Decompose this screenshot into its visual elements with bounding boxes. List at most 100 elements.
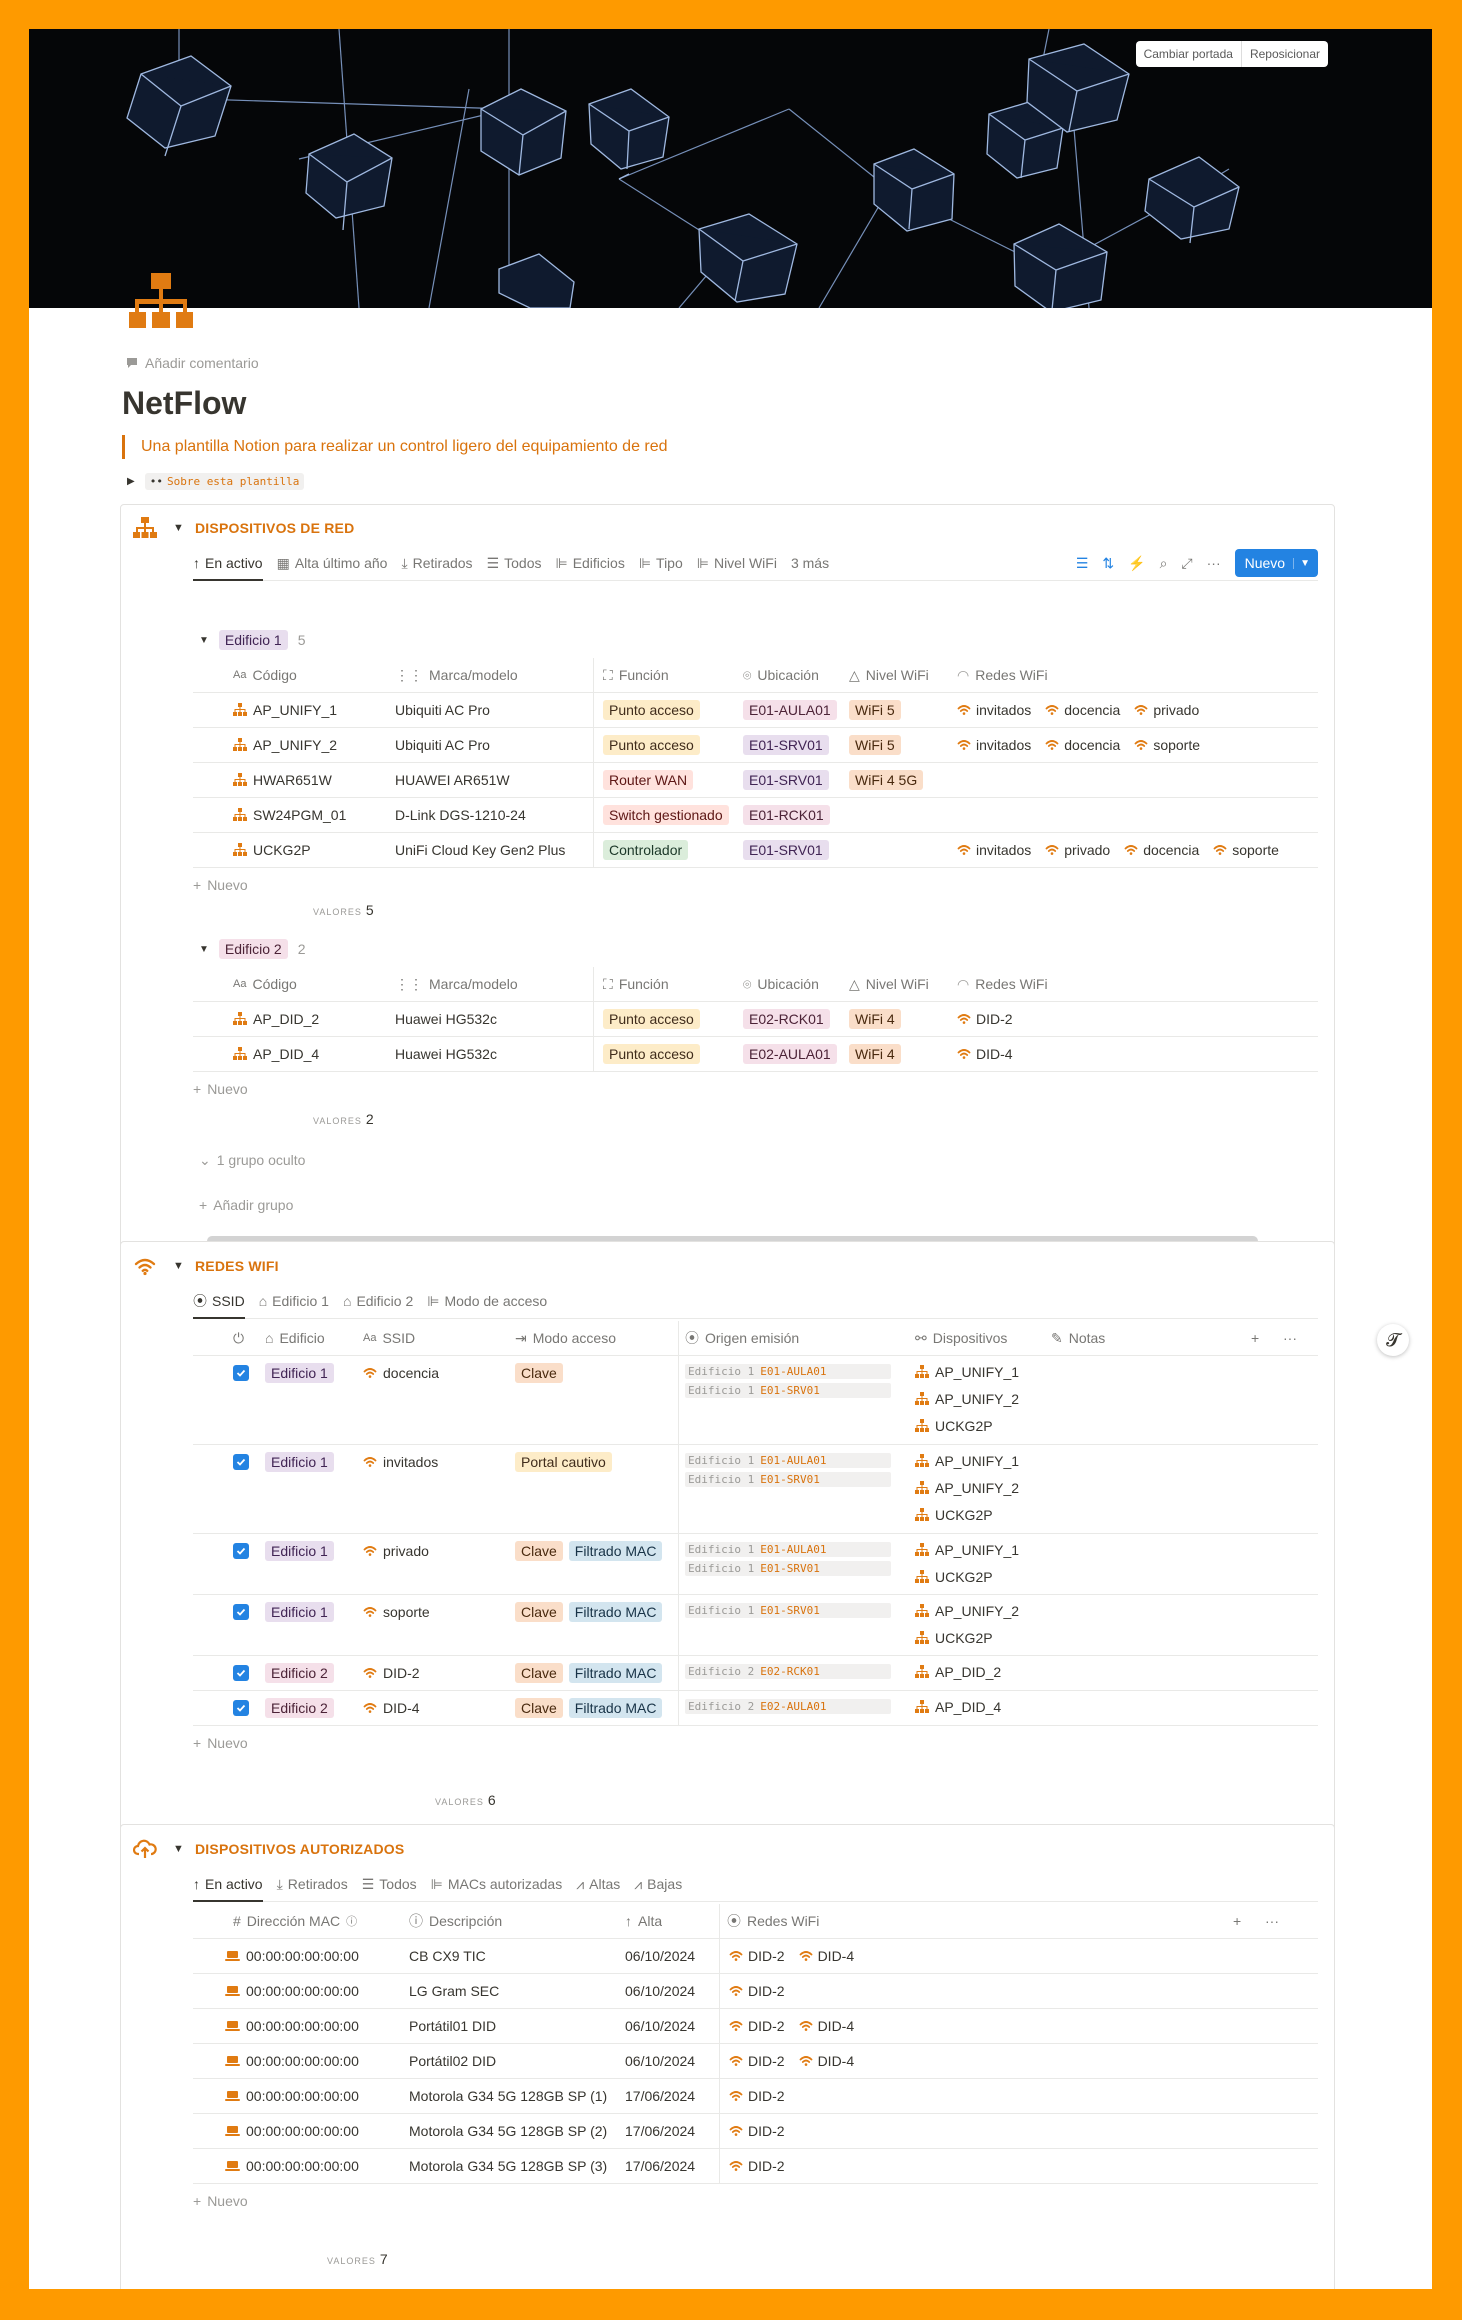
- collapse-caret-icon[interactable]: ▼: [199, 635, 209, 646]
- cell-marca-modelo[interactable]: Huawei HG532c: [395, 1037, 497, 1071]
- table-row[interactable]: Edificio 1 docencia Clave Edificio 1 E01-AUL…: [193, 1356, 1318, 1445]
- cell-descripcion[interactable]: Motorola G34 5G 128GB SP (1): [409, 2079, 607, 2113]
- add-group-button[interactable]: + Añadir grupo: [199, 1188, 293, 1222]
- cell-nivel-wifi[interactable]: WiFi 4: [849, 1037, 901, 1071]
- tab-nivel-wifi[interactable]: ⊫ Nivel WiFi: [697, 546, 777, 580]
- cell-codigo[interactable]: AP_UNIFY_2: [233, 728, 337, 762]
- cell-redes-wifi[interactable]: DID-2: [729, 2149, 793, 2183]
- cell-redes-wifi[interactable]: DID-2: [729, 2114, 793, 2148]
- table-row[interactable]: AP_DID_4 Huawei HG532c Punto acceso E02-AUL…: [193, 1037, 1318, 1072]
- col-alta[interactable]: ↑ Alta: [625, 1904, 662, 1938]
- col-marca-modelo[interactable]: ⋮⋮ Marca/modelo: [395, 967, 518, 1001]
- tab-en-activo[interactable]: ↑ En activo: [193, 547, 263, 581]
- tab-modo-de-acceso[interactable]: ⊫ Modo de acceso: [427, 1284, 547, 1318]
- wifi-network-link[interactable]: DID-2: [729, 2158, 785, 2174]
- cell-active[interactable]: [233, 1595, 249, 1629]
- cell-direccion-mac[interactable]: 00:00:00:00:00:00: [225, 1974, 359, 2008]
- col-edificio[interactable]: ⌂ Edificio: [265, 1321, 325, 1355]
- cover-image[interactable]: Cambiar portada Reposicionar: [29, 29, 1432, 308]
- cell-dispositivos[interactable]: AP_UNIFY_1 AP_UNIFY_2 UCKG2P: [915, 1362, 1019, 1436]
- tab-ssid[interactable]: ⦿ SSID: [193, 1285, 245, 1319]
- help-fab-button[interactable]: 𝓣: [1377, 1324, 1409, 1356]
- table-row[interactable]: Edificio 1 invitados Portal cautivo Edifici…: [193, 1445, 1318, 1534]
- cell-origen-emision[interactable]: Edificio 1 E01-AULA01 Edificio 1 E01-SRV01: [685, 1364, 891, 1398]
- cell-active[interactable]: [233, 1656, 249, 1690]
- cell-modo-acceso[interactable]: Portal cautivo: [515, 1445, 612, 1479]
- hidden-groups-toggle[interactable]: ⌄ 1 grupo oculto: [199, 1143, 305, 1177]
- col-nivel-wifi[interactable]: △ Nivel WiFi: [849, 967, 929, 1001]
- tab-edificios[interactable]: ⊫ Edificios: [555, 546, 624, 580]
- filter-icon[interactable]: ☰: [1076, 555, 1089, 572]
- more-icon[interactable]: ···: [1283, 1321, 1297, 1355]
- cell-ubicacion[interactable]: E01-AULA01: [743, 693, 837, 727]
- cell-nivel-wifi[interactable]: WiFi 4 5G: [849, 763, 924, 797]
- device-link[interactable]: AP_UNIFY_1: [915, 1540, 1019, 1560]
- wifi-network-link[interactable]: soporte: [1134, 737, 1200, 753]
- cell-marca-modelo[interactable]: Ubiquiti AC Pro: [395, 728, 490, 762]
- cell-marca-modelo[interactable]: Ubiquiti AC Pro: [395, 693, 490, 727]
- cell-descripcion[interactable]: LG Gram SEC: [409, 1974, 499, 2008]
- checkbox[interactable]: [233, 1543, 249, 1559]
- wifi-network-link[interactable]: DID-4: [799, 1948, 854, 1964]
- cell-dispositivos[interactable]: AP_UNIFY_2 UCKG2P: [915, 1601, 1019, 1648]
- cell-codigo[interactable]: AP_DID_4: [233, 1037, 319, 1071]
- cell-direccion-mac[interactable]: 00:00:00:00:00:00: [225, 2114, 359, 2148]
- cell-marca-modelo[interactable]: D-Link DGS-1210-24: [395, 798, 526, 832]
- cell-redes-wifi[interactable]: invitados docencia privado: [957, 693, 1207, 727]
- table-row[interactable]: 00:00:00:00:00:00 Portátil01 DID 06/10/202…: [193, 2009, 1318, 2044]
- more-views-button[interactable]: 3 más: [791, 546, 829, 580]
- table-row[interactable]: 00:00:00:00:00:00 Motorola G34 5G 128GB S…: [193, 2079, 1318, 2114]
- col-ssid[interactable]: Aa SSID: [363, 1321, 415, 1355]
- col-dispositivos[interactable]: ⚯ Dispositivos: [915, 1321, 1007, 1355]
- tab-altas[interactable]: ⩘ Altas: [576, 1867, 620, 1901]
- devices-section-title[interactable]: DISPOSITIVOS DE RED: [195, 520, 354, 536]
- device-link[interactable]: AP_UNIFY_2: [915, 1389, 1019, 1409]
- cell-alta[interactable]: 17/06/2024: [625, 2114, 695, 2148]
- table-row[interactable]: Edificio 1 soporte Clave Filtrado MAC Edific…: [193, 1595, 1318, 1656]
- cell-redes-wifi[interactable]: invitados docencia soporte: [957, 728, 1208, 762]
- wifi-network-link[interactable]: DID-2: [729, 2018, 785, 2034]
- cell-redes-wifi[interactable]: DID-2 DID-4: [729, 1939, 862, 1973]
- cell-direccion-mac[interactable]: 00:00:00:00:00:00: [225, 2009, 359, 2043]
- col-direccion-mac[interactable]: # Dirección MAC ⓘ: [233, 1904, 357, 1938]
- cell-modo-acceso[interactable]: Clave Filtrado MAC: [515, 1534, 663, 1568]
- device-link[interactable]: AP_DID_4: [915, 1697, 1001, 1717]
- tab-retirados[interactable]: ⤓ Retirados: [401, 546, 472, 580]
- cell-direccion-mac[interactable]: 00:00:00:00:00:00: [225, 2044, 359, 2078]
- cell-ubicacion[interactable]: E01-RCK01: [743, 798, 830, 832]
- tab-edificio-2[interactable]: ⌂ Edificio 2: [343, 1284, 413, 1318]
- tab-bajas[interactable]: ⩘ Bajas: [634, 1867, 682, 1901]
- cell-dispositivos[interactable]: AP_DID_2: [915, 1662, 1001, 1682]
- col-modo-acceso[interactable]: ⇥ Modo acceso: [515, 1321, 616, 1355]
- table-row[interactable]: 00:00:00:00:00:00 LG Gram SEC 06/10/2024 DI…: [193, 1974, 1318, 2009]
- new-row-button[interactable]: + Nuevo: [193, 1072, 1318, 1106]
- table-row[interactable]: AP_UNIFY_2 Ubiquiti AC Pro Punto acceso E01…: [193, 728, 1318, 763]
- cell-active[interactable]: [233, 1445, 249, 1479]
- tab-retirados[interactable]: ⤓ Retirados: [277, 1867, 348, 1901]
- device-link[interactable]: UCKG2P: [915, 1416, 1019, 1436]
- cell-edificio[interactable]: Edificio 1: [265, 1445, 334, 1479]
- cell-nivel-wifi[interactable]: WiFi 4: [849, 1002, 901, 1036]
- collapse-caret-icon[interactable]: ▼: [173, 1843, 184, 1855]
- table-row[interactable]: HWAR651W HUAWEI AR651W Router WAN E01-SRV01…: [193, 763, 1318, 798]
- search-icon[interactable]: ⌕: [1160, 555, 1168, 572]
- cell-ssid[interactable]: docencia: [363, 1356, 439, 1390]
- cell-ubicacion[interactable]: E02-RCK01: [743, 1002, 830, 1036]
- about-toggle[interactable]: ▶ •• Sobre esta plantilla: [127, 473, 305, 490]
- cell-ubicacion[interactable]: E01-SRV01: [743, 728, 829, 762]
- wifi-network-link[interactable]: DID-2: [729, 1983, 785, 1999]
- cell-ssid[interactable]: DID-2: [363, 1656, 420, 1690]
- new-row-button[interactable]: + Nuevo: [193, 2184, 1318, 2218]
- checkbox[interactable]: [233, 1365, 249, 1381]
- cell-alta[interactable]: 17/06/2024: [625, 2079, 695, 2113]
- sort-icon[interactable]: ⇅: [1102, 555, 1114, 572]
- tab-todos[interactable]: ☰ Todos: [487, 546, 542, 580]
- wifi-network-link[interactable]: DID-2: [729, 1948, 785, 1964]
- cell-edificio[interactable]: Edificio 1: [265, 1595, 334, 1629]
- cell-funcion[interactable]: Switch gestionado: [603, 798, 729, 832]
- collapse-caret-icon[interactable]: ▼: [173, 522, 184, 534]
- device-link[interactable]: AP_UNIFY_2: [915, 1478, 1019, 1498]
- cell-active[interactable]: [233, 1691, 249, 1725]
- cell-ssid[interactable]: DID-4: [363, 1691, 420, 1725]
- cell-alta[interactable]: 06/10/2024: [625, 2009, 695, 2043]
